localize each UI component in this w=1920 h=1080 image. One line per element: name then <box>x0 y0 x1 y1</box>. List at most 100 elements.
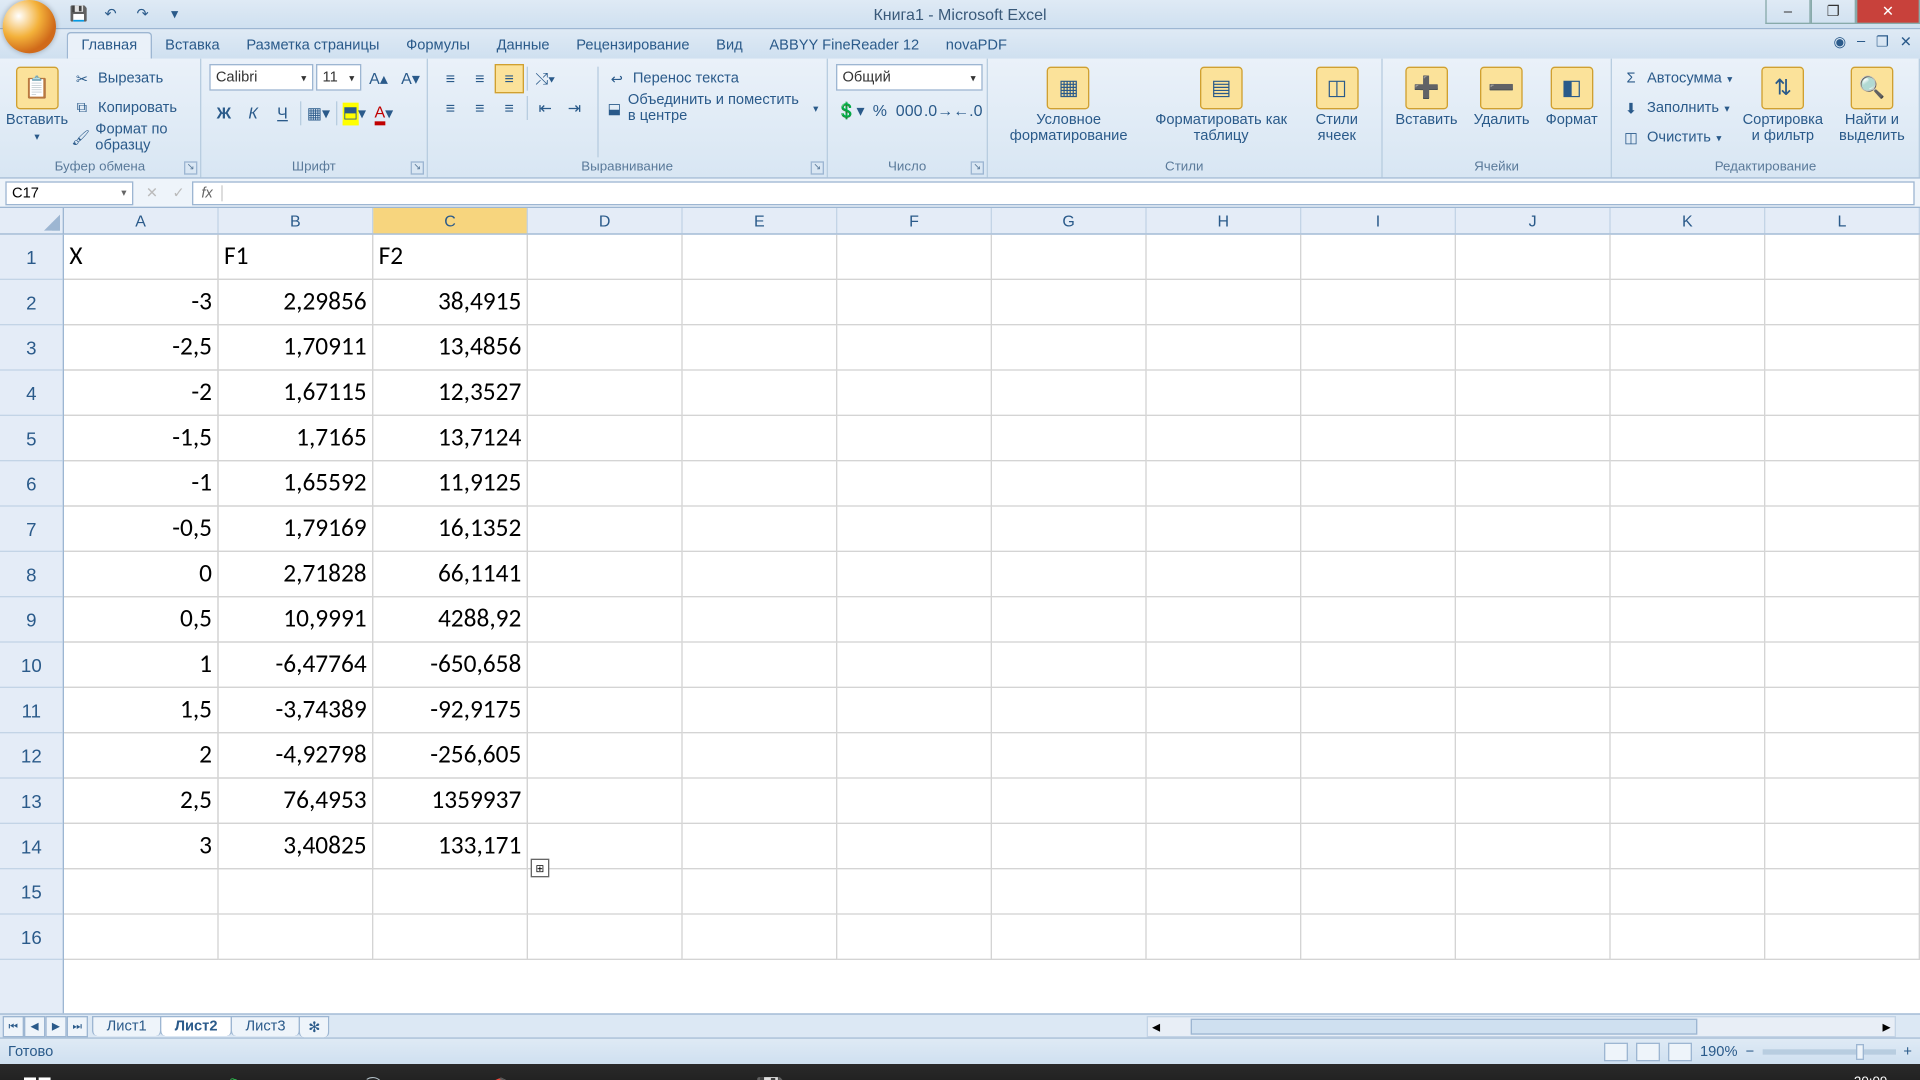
taskbar-excel-icon[interactable]: X <box>605 1068 669 1080</box>
gridline[interactable] <box>1301 824 1456 869</box>
gridline[interactable] <box>528 915 683 960</box>
gridline[interactable] <box>528 280 683 325</box>
gridline[interactable] <box>683 235 838 280</box>
gridline[interactable] <box>683 597 838 642</box>
redo-icon[interactable]: ↷ <box>131 2 155 26</box>
taskbar-help-icon[interactable]: ? <box>672 1068 736 1080</box>
fx-icon[interactable]: fx <box>193 185 222 201</box>
cell-B4[interactable]: 1,67115 <box>219 371 374 416</box>
grow-font-button[interactable]: A▴ <box>364 64 393 93</box>
cut-button[interactable]: ✂Вырезать <box>71 64 191 93</box>
cell-C9[interactable]: 4288,92 <box>373 597 528 642</box>
cell-B12[interactable]: -4,92798 <box>219 733 374 778</box>
cell-A1[interactable]: X <box>64 235 219 280</box>
orientation-button[interactable]: ⤭▾ <box>530 64 559 93</box>
gridline[interactable] <box>1765 416 1920 461</box>
qat-customize-icon[interactable]: ▾ <box>163 2 187 26</box>
paste-button[interactable]: 📋 Вставить ▾ <box>8 64 66 145</box>
mdi-close-icon[interactable]: ✕ <box>1900 33 1912 50</box>
gridline[interactable] <box>1147 235 1302 280</box>
view-pagebreak-button[interactable] <box>1668 1042 1692 1061</box>
cell-C5[interactable]: 13,7124 <box>373 416 528 461</box>
cell-A2[interactable]: -3 <box>64 280 219 325</box>
gridline[interactable] <box>528 779 683 824</box>
gridline[interactable] <box>1611 235 1766 280</box>
gridline[interactable] <box>1611 779 1766 824</box>
gridline[interactable] <box>1301 280 1456 325</box>
gridline[interactable] <box>373 915 528 960</box>
gridline[interactable] <box>1456 597 1611 642</box>
gridline[interactable] <box>1611 688 1766 733</box>
gridline[interactable] <box>683 552 838 597</box>
find-select-button[interactable]: 🔍Найти и выделить <box>1833 64 1911 147</box>
row-header-7[interactable]: 7 <box>0 507 63 552</box>
zoom-out-button[interactable]: − <box>1745 1043 1754 1059</box>
ribbon-tab-7[interactable]: ABBYY FineReader 12 <box>756 33 932 58</box>
gridline[interactable] <box>528 325 683 370</box>
row-header-14[interactable]: 14 <box>0 824 63 869</box>
sheet-nav-next[interactable]: ▶ <box>45 1015 66 1036</box>
save-icon[interactable]: 💾 <box>67 2 91 26</box>
cell-B8[interactable]: 2,71828 <box>219 552 374 597</box>
gridline[interactable] <box>1611 325 1766 370</box>
row-header-12[interactable]: 12 <box>0 733 63 778</box>
cell-C4[interactable]: 12,3527 <box>373 371 528 416</box>
gridline[interactable] <box>64 915 219 960</box>
gridline[interactable] <box>1765 643 1920 688</box>
cell-C2[interactable]: 38,4915 <box>373 280 528 325</box>
cell-B14[interactable]: 3,40825 <box>219 824 374 869</box>
gridline[interactable] <box>528 824 683 869</box>
zoom-slider[interactable] <box>1762 1049 1895 1054</box>
gridline[interactable] <box>837 733 992 778</box>
gridline[interactable] <box>837 597 992 642</box>
sheet-tab-0[interactable]: Лист1 <box>92 1016 161 1036</box>
cell-B13[interactable]: 76,4953 <box>219 779 374 824</box>
cell-B6[interactable]: 1,65592 <box>219 461 374 506</box>
col-header-J[interactable]: J <box>1456 208 1611 233</box>
col-header-C[interactable]: C <box>373 208 528 233</box>
gridline[interactable] <box>1765 869 1920 914</box>
clear-button[interactable]: ◫Очистить▾ <box>1620 123 1732 152</box>
gridline[interactable] <box>1147 869 1302 914</box>
gridline[interactable] <box>837 869 992 914</box>
gridline[interactable] <box>1456 733 1611 778</box>
sheet-nav-last[interactable]: ⏭ <box>67 1015 88 1036</box>
col-header-H[interactable]: H <box>1147 208 1302 233</box>
gridline[interactable] <box>1301 461 1456 506</box>
number-format-combo[interactable]: Общий▾ <box>836 64 983 91</box>
gridline[interactable] <box>1301 733 1456 778</box>
taskbar-store-icon[interactable]: 🛍 <box>205 1068 269 1080</box>
gridline[interactable] <box>837 235 992 280</box>
cell-C12[interactable]: -256,605 <box>373 733 528 778</box>
gridline[interactable] <box>1765 733 1920 778</box>
cell-C7[interactable]: 16,1352 <box>373 507 528 552</box>
cell-B10[interactable]: -6,47764 <box>219 643 374 688</box>
comma-button[interactable]: 000 <box>894 96 923 125</box>
cell-A10[interactable]: 1 <box>64 643 219 688</box>
col-header-E[interactable]: E <box>683 208 838 233</box>
gridline[interactable] <box>1456 280 1611 325</box>
decrease-indent-button[interactable]: ⇤ <box>530 93 559 122</box>
gridline[interactable] <box>992 461 1147 506</box>
gridline[interactable] <box>1765 552 1920 597</box>
align-bottom-button[interactable]: ≡ <box>494 64 523 93</box>
gridline[interactable] <box>1456 779 1611 824</box>
gridline[interactable] <box>837 643 992 688</box>
taskbar-ie-icon[interactable]: e <box>72 1068 136 1080</box>
gridline[interactable] <box>1147 507 1302 552</box>
zoom-in-button[interactable]: + <box>1903 1043 1912 1059</box>
taskbar-save-icon[interactable]: 💾 <box>739 1068 803 1080</box>
gridline[interactable] <box>837 824 992 869</box>
fill-button[interactable]: ⬇Заполнить▾ <box>1620 93 1732 122</box>
percent-button[interactable]: % <box>865 96 894 125</box>
col-header-L[interactable]: L <box>1765 208 1920 233</box>
gridline[interactable] <box>683 688 838 733</box>
gridline[interactable] <box>837 371 992 416</box>
gridline[interactable] <box>683 643 838 688</box>
gridline[interactable] <box>1456 235 1611 280</box>
ribbon-tab-1[interactable]: Вставка <box>152 33 233 58</box>
gridline[interactable] <box>1301 869 1456 914</box>
gridline[interactable] <box>1147 325 1302 370</box>
gridline[interactable] <box>837 915 992 960</box>
cell-B9[interactable]: 10,9991 <box>219 597 374 642</box>
